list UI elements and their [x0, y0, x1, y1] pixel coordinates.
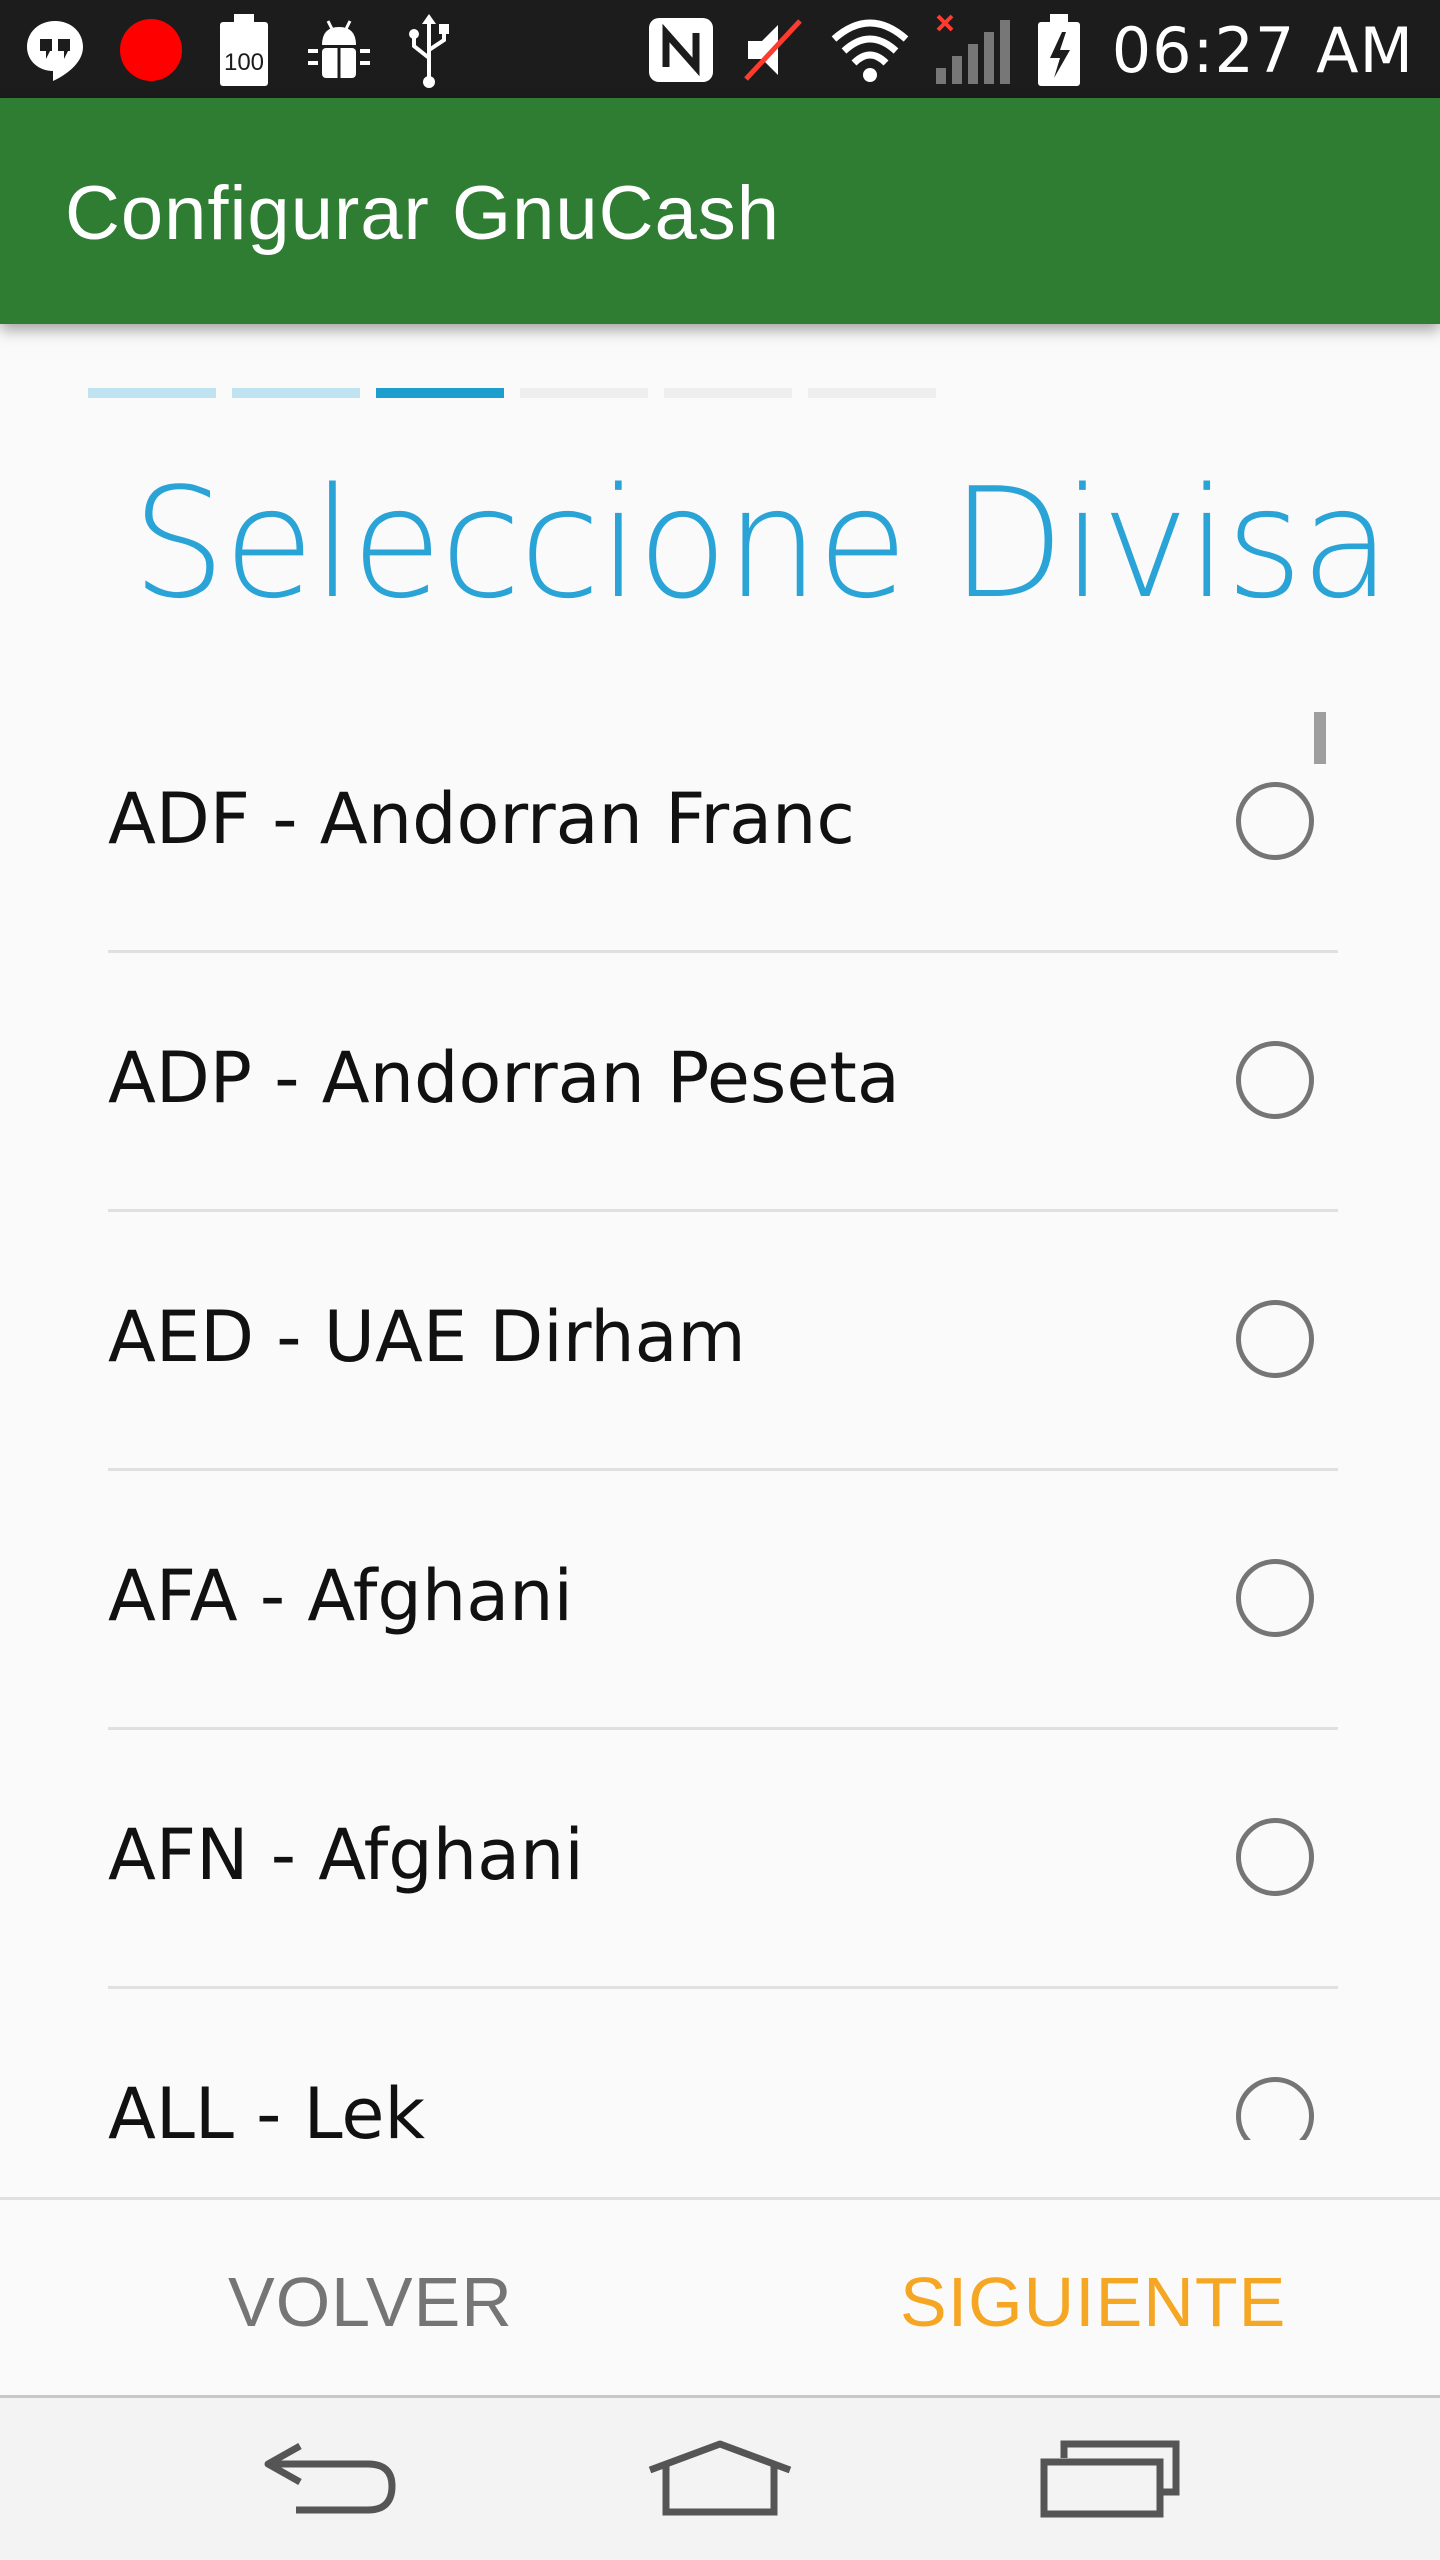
currency-item-afn[interactable]: AFN - Afghani: [108, 1730, 1338, 1989]
signal-icon: [935, 14, 1010, 84]
step-indicator-6: [808, 388, 936, 398]
wizard-progress-stepper: [88, 388, 936, 398]
radio-button[interactable]: [1236, 1559, 1314, 1637]
back-button[interactable]: VOLVER: [228, 2262, 513, 2342]
next-button[interactable]: SIGUIENTE: [900, 2262, 1286, 2342]
radio-button[interactable]: [1236, 2077, 1314, 2140]
currency-item-aed[interactable]: AED - UAE Dirham: [108, 1212, 1338, 1471]
currency-item-label: ADP - Andorran Peseta: [108, 1037, 900, 1119]
battery-charging-icon: [1037, 14, 1080, 86]
home-icon[interactable]: [644, 2440, 796, 2520]
app-bar-title: Configurar GnuCash: [65, 171, 781, 256]
radio-button[interactable]: [1236, 1818, 1314, 1896]
usb-icon: [409, 14, 449, 88]
status-bar-system: 06:27 AM: [646, 12, 1414, 88]
recents-icon[interactable]: [1040, 2440, 1180, 2520]
currency-item-label: AFN - Afghani: [108, 1814, 584, 1896]
radio-button[interactable]: [1236, 782, 1314, 860]
nfc-icon: [648, 18, 713, 82]
record-icon: [120, 19, 182, 81]
battery-100-icon: 100: [220, 14, 268, 86]
step-indicator-3: [376, 388, 504, 398]
currency-item-adp[interactable]: ADP - Andorran Peseta: [108, 953, 1338, 1212]
mute-icon: [743, 19, 802, 81]
status-bar-notifications: 100: [22, 12, 454, 88]
status-bar: 100 06:27 AM: [0, 0, 1440, 98]
back-icon[interactable]: [262, 2440, 402, 2520]
currency-list[interactable]: ADF - Andorran Franc ADP - Andorran Pese…: [0, 700, 1440, 2140]
currency-item-label: AFA - Afghani: [108, 1555, 573, 1637]
page-title: Seleccione Divisa: [132, 455, 1391, 632]
android-debug-icon: [308, 20, 370, 78]
app-bar: Configurar GnuCash: [0, 98, 1440, 324]
wizard-button-bar: VOLVER SIGUIENTE: [0, 2197, 1440, 2395]
step-indicator-5: [664, 388, 792, 398]
step-indicator-2: [232, 388, 360, 398]
step-indicator-4: [520, 388, 648, 398]
status-time: 06:27 AM: [1111, 13, 1414, 87]
currency-item-label: ALL - Lek: [108, 2073, 426, 2140]
svg-text:100: 100: [224, 49, 264, 76]
currency-item-afa[interactable]: AFA - Afghani: [108, 1471, 1338, 1730]
radio-button[interactable]: [1236, 1041, 1314, 1119]
radio-button[interactable]: [1236, 1300, 1314, 1378]
hangouts-icon: [27, 21, 83, 81]
currency-item-label: ADF - Andorran Franc: [108, 778, 855, 860]
navigation-bar: [0, 2395, 1440, 2560]
wifi-icon: [831, 19, 909, 82]
currency-item-label: AED - UAE Dirham: [108, 1296, 746, 1378]
currency-item-all[interactable]: ALL - Lek: [108, 1989, 1338, 2140]
step-indicator-1: [88, 388, 216, 398]
currency-list-items: ADF - Andorran Franc ADP - Andorran Pese…: [108, 700, 1338, 2140]
currency-item-adf[interactable]: ADF - Andorran Franc: [108, 700, 1338, 953]
